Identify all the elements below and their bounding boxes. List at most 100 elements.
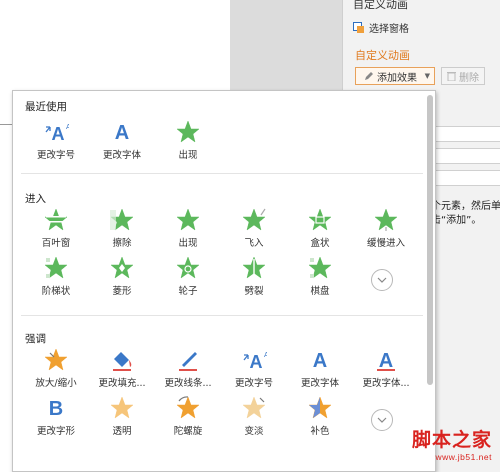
spin-star-icon <box>175 395 201 421</box>
chevron-down-icon: ▼ <box>424 72 430 80</box>
add-effect-label: 添加效果 <box>377 72 417 84</box>
transparent-star-icon <box>109 395 135 421</box>
effect-label: 棋盘 <box>310 286 330 297</box>
effect-label: 更改填充... <box>98 378 146 389</box>
delete-button[interactable]: 删除 <box>441 67 485 85</box>
modify-start-field[interactable] <box>429 126 500 142</box>
effect-label: 盒状 <box>310 238 330 249</box>
effect-item-emphasis[interactable]: 变淡 <box>221 395 287 441</box>
effect-label: 更改字体... <box>362 378 410 389</box>
select-pane-label: 选择窗格 <box>369 24 409 35</box>
diamond-star-icon <box>109 255 135 281</box>
effect-label: 出现 <box>178 238 198 249</box>
checkerboard-star-icon <box>43 255 69 281</box>
scrollbar-thumb[interactable] <box>427 95 433 385</box>
effect-label: 缓慢进入 <box>366 238 405 249</box>
svg-text:B: B <box>49 398 63 420</box>
effect-label: 飞入 <box>244 238 264 249</box>
svg-text:A: A <box>264 351 267 359</box>
effect-item-entrance[interactable]: 棋盘 <box>287 255 353 301</box>
fill-bucket-icon <box>109 347 135 373</box>
effect-item-emphasis[interactable]: AA 更改字号 <box>221 347 287 393</box>
effect-item-emphasis[interactable]: 放大/缩小 <box>23 347 89 393</box>
trash-icon <box>447 72 456 81</box>
effect-item-recent[interactable]: 出现 <box>155 119 221 165</box>
site-watermark: 脚本之家 www.jb51.net <box>374 428 500 472</box>
pane-title: 自定义动画 <box>353 0 408 11</box>
effect-label: 补色 <box>310 426 330 437</box>
effect-item-entrance[interactable]: 缓慢进入 <box>353 207 419 253</box>
effect-item-emphasis[interactable]: A 更改字体... <box>353 347 419 393</box>
complementary-star-icon <box>307 395 333 421</box>
effect-item-emphasis[interactable]: 透明 <box>89 395 155 441</box>
svg-text:A: A <box>379 350 393 372</box>
effect-label: 出现 <box>178 150 198 161</box>
effect-item-emphasis[interactable]: A 更改字体 <box>287 347 353 393</box>
line-pen-icon <box>175 347 201 373</box>
effect-label: 更改字号 <box>234 378 273 389</box>
effect-label: 轮子 <box>178 286 198 297</box>
grow-shrink-star-icon <box>43 347 69 373</box>
effect-label: 阶梯状 <box>41 286 71 297</box>
effect-item-entrance[interactable]: 阶梯状 <box>23 255 89 301</box>
effect-label: 擦除 <box>112 238 132 249</box>
font-a-icon: A <box>109 119 135 145</box>
crawl-in-star-icon <box>373 207 399 233</box>
font-size-a-icon: AA <box>241 347 267 373</box>
effect-item-emphasis[interactable]: 更改线条... <box>155 347 221 393</box>
effect-item-emphasis[interactable]: B 更改字形 <box>23 395 89 441</box>
modify-property-field[interactable] <box>429 148 500 164</box>
effect-label: 陀螺旋 <box>173 426 203 437</box>
section-title-emphasis: 强调 <box>25 333 46 345</box>
bold-b-icon: B <box>43 395 69 421</box>
effect-item-entrance[interactable]: 百叶窗 <box>23 207 89 253</box>
effect-label: 更改字形 <box>36 426 75 437</box>
section-divider <box>21 173 423 174</box>
add-effect-button[interactable]: 添加效果 ▼ <box>355 67 435 85</box>
effect-label: 放大/缩小 <box>35 378 77 389</box>
more-entrance-button[interactable] <box>371 269 393 291</box>
effect-item-entrance[interactable]: 菱形 <box>89 255 155 301</box>
wipe-star-icon <box>109 207 135 233</box>
select-pane-button[interactable]: 选择窗格 <box>353 20 409 35</box>
effect-item-entrance[interactable]: 擦除 <box>89 207 155 253</box>
star-appear-icon <box>175 119 201 145</box>
effect-item-emphasis[interactable]: 陀螺旋 <box>155 395 221 441</box>
modify-speed-field[interactable] <box>429 170 500 186</box>
appear-star-icon <box>175 207 201 233</box>
effect-item-emphasis[interactable]: 补色 <box>287 395 353 441</box>
svg-text:A: A <box>313 350 327 372</box>
effect-item-entrance[interactable]: 出现 <box>155 207 221 253</box>
effect-label: 菱形 <box>112 286 132 297</box>
effect-item-emphasis[interactable]: 更改填充... <box>89 347 155 393</box>
effect-label: 更改线条... <box>164 378 212 389</box>
section-title-entrance: 进入 <box>25 193 46 205</box>
fly-in-star-icon <box>241 207 267 233</box>
svg-text:A: A <box>250 352 263 372</box>
font-color-a-icon: A <box>373 347 399 373</box>
effect-item-entrance[interactable]: 盒状 <box>287 207 353 253</box>
effect-label: 透明 <box>112 426 132 437</box>
font-a-icon: A <box>307 347 333 373</box>
effect-label: 劈裂 <box>244 286 264 297</box>
select-pane-icon <box>353 22 364 33</box>
chevron-down-icon <box>377 277 387 283</box>
pencil-icon <box>365 72 373 80</box>
section-divider <box>21 315 423 316</box>
effect-item-recent[interactable]: A 更改字体 <box>89 119 155 165</box>
svg-text:A: A <box>52 124 65 144</box>
effect-item-entrance[interactable]: 轮子 <box>155 255 221 301</box>
wheel-star-icon <box>175 255 201 281</box>
effect-label: 更改字号 <box>36 150 75 161</box>
effect-item-entrance[interactable]: 劈裂 <box>221 255 287 301</box>
pane-hint-text: 个元素，然后单击“添加”。 <box>431 201 500 226</box>
effect-label: 更改字体 <box>300 378 339 389</box>
svg-text:A: A <box>115 122 129 144</box>
delete-label: 删除 <box>459 72 479 84</box>
split-star-icon <box>241 255 267 281</box>
desaturate-star-icon <box>241 395 267 421</box>
effect-item-recent[interactable]: AA 更改字号 <box>23 119 89 165</box>
effect-item-entrance[interactable]: 飞入 <box>221 207 287 253</box>
svg-text:A: A <box>66 123 69 131</box>
checkerboard-star-icon <box>307 255 333 281</box>
